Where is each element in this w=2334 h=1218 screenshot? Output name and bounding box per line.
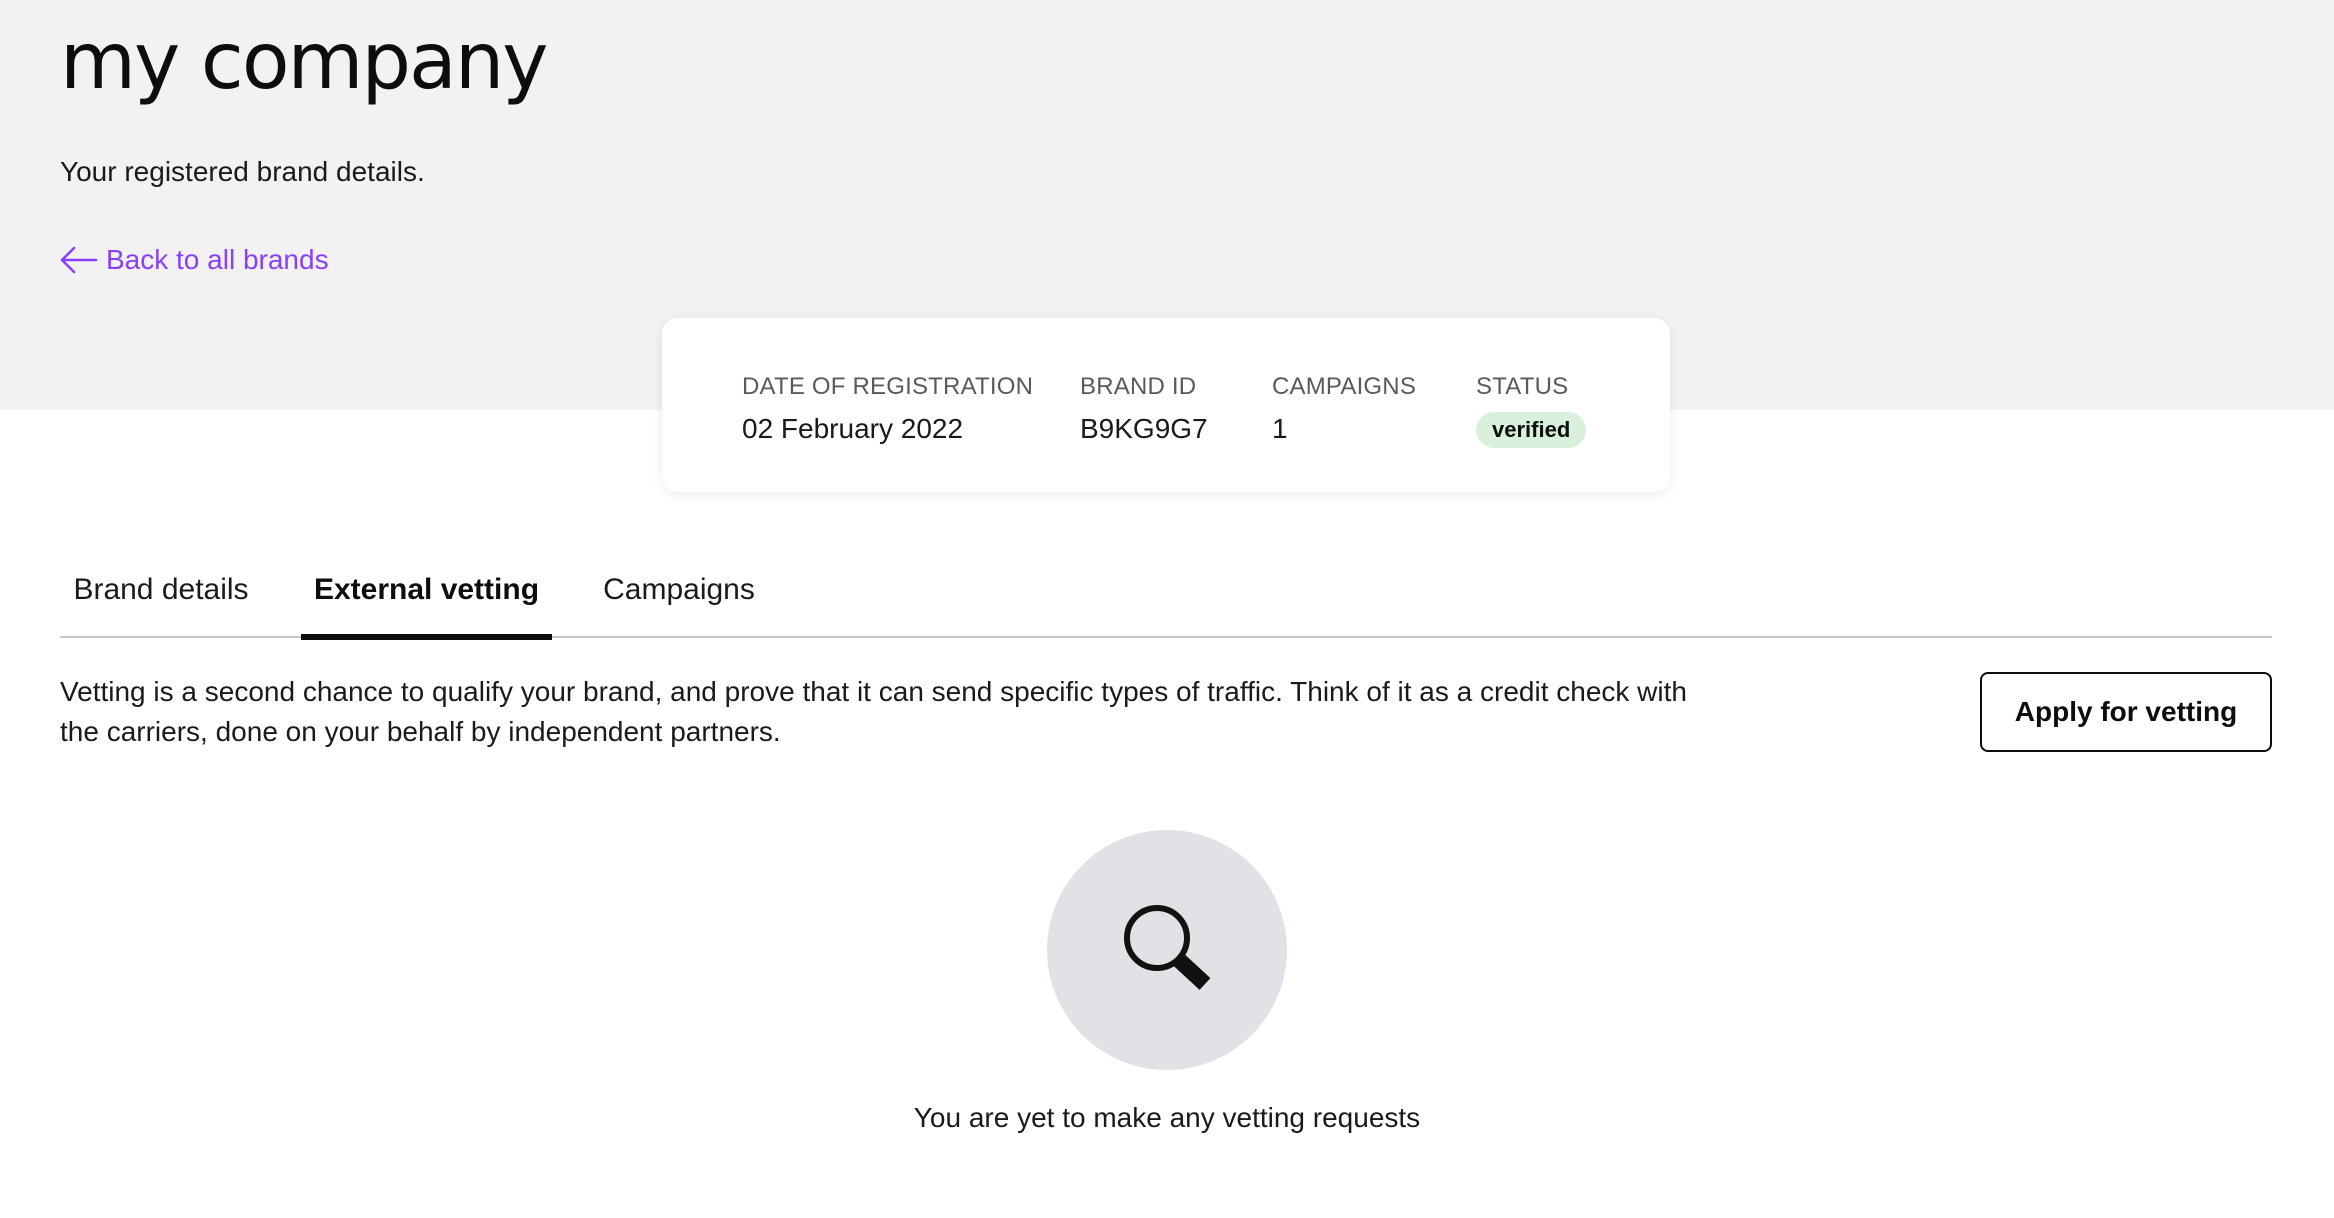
status-badge: verified (1476, 412, 1587, 448)
search-icon (1117, 898, 1217, 1003)
registration-date-label: DATE OF REGISTRATION (742, 373, 1034, 400)
empty-state: You are yet to make any vetting requests (0, 830, 2334, 1136)
tab-brand-details[interactable]: Brand details (60, 560, 262, 638)
status-label: STATUS (1476, 373, 1569, 400)
empty-state-illustration (1047, 830, 1287, 1070)
brand-id-field: BRAND ID B9KG9G7 (1080, 372, 1208, 446)
campaigns-count-value: 1 (1272, 413, 1288, 444)
empty-state-message: You are yet to make any vetting requests (913, 1102, 1421, 1133)
brand-summary-card: DATE OF REGISTRATION 02 February 2022 BR… (662, 318, 1670, 492)
arrow-left-icon (58, 245, 98, 275)
tab-campaigns[interactable]: Campaigns (588, 560, 770, 638)
campaigns-count-field: CAMPAIGNS 1 (1272, 372, 1416, 446)
registration-date-value: 02 February 2022 (742, 413, 964, 444)
brand-detail-page: my company Your registered brand details… (0, 0, 2334, 1218)
brand-tabs: Brand details External vetting Campaigns (60, 560, 2272, 640)
page-title: my company (60, 17, 548, 107)
vetting-description: Vetting is a second chance to qualify yo… (60, 676, 1687, 747)
brand-id-value: B9KG9G7 (1080, 413, 1208, 444)
page-subtitle: Your registered brand details. (60, 156, 425, 187)
back-to-brands-link[interactable]: Back to all brands (58, 242, 329, 278)
tab-external-vetting[interactable]: External vetting (301, 560, 552, 640)
status-field: STATUS verified (1476, 372, 1587, 448)
brand-id-label: BRAND ID (1080, 373, 1197, 400)
back-link-label: Back to all brands (106, 244, 329, 275)
registration-date-field: DATE OF REGISTRATION 02 February 2022 (742, 372, 1033, 446)
campaigns-count-label: CAMPAIGNS (1272, 373, 1417, 400)
apply-for-vetting-button[interactable]: Apply for vetting (1980, 672, 2272, 752)
